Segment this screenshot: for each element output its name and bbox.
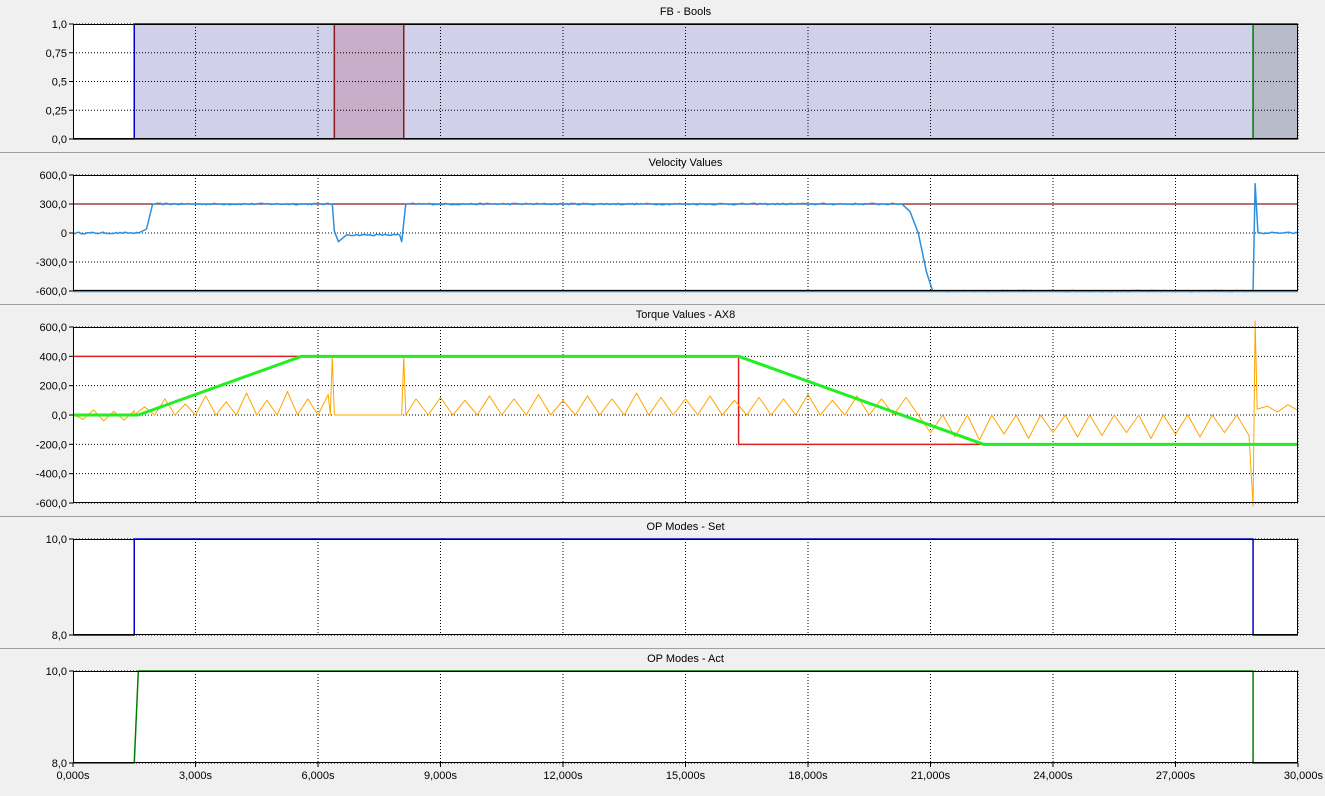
scope-chart: FB - Bools 0,0 0,25 0,5 0,75 1,0 Velocity Valu…: [0, 6, 1325, 782]
x-tick-label: 0,000s: [56, 770, 90, 782]
y-tick-label: 0,0: [52, 134, 67, 146]
y-tick-label: 0,75: [46, 48, 67, 60]
panel-3: OP Modes - Set 8,0 10,0: [0, 516, 1325, 642]
y-tick-label: 400,0: [39, 351, 67, 363]
y-tick-label: 10,0: [46, 666, 67, 678]
y-tick-label: -400,0: [36, 469, 67, 481]
y-tick-label: 10,0: [46, 534, 67, 546]
panel-title: OP Modes - Set: [646, 521, 724, 533]
x-tick-label: 27,000s: [1156, 770, 1196, 782]
y-tick-label: -600,0: [36, 286, 67, 298]
y-tick-label: 0,5: [52, 77, 67, 89]
panel-title: Torque Values - AX8: [636, 309, 735, 321]
x-tick-label: 3,000s: [179, 770, 213, 782]
y-tick-label: 600,0: [39, 170, 67, 182]
panel-title: OP Modes - Act: [647, 653, 724, 665]
y-tick-label: 1,0: [52, 19, 67, 31]
x-tick-label: 9,000s: [424, 770, 458, 782]
panel-title: Velocity Values: [649, 157, 723, 169]
y-tick-label: 0,0: [52, 410, 67, 422]
y-tick-label: 8,0: [52, 758, 67, 770]
y-tick-label: 200,0: [39, 381, 67, 393]
y-tick-label: 0: [61, 228, 67, 240]
x-tick-label: 15,000s: [666, 770, 706, 782]
y-tick-label: -600,0: [36, 498, 67, 510]
x-tick-label: 21,000s: [911, 770, 951, 782]
panel-2: Torque Values - AX8 -600,0 -400,0 -200,0 0,0…: [0, 304, 1325, 510]
y-tick-label: -300,0: [36, 257, 67, 269]
y-tick-label: 0,25: [46, 105, 67, 117]
panel-0: FB - Bools 0,0 0,25 0,5 0,75 1,0: [46, 6, 1299, 146]
y-tick-label: -200,0: [36, 439, 67, 451]
x-tick-label: 24,000s: [1033, 770, 1073, 782]
x-tick-label: 30,000s: [1284, 770, 1324, 782]
y-tick-label: 300,0: [39, 199, 67, 211]
x-tick-label: 12,000s: [543, 770, 583, 782]
panel-1: Velocity Values -600,0 -300,0 0 300,0 600,0: [0, 152, 1325, 298]
y-tick-label: 8,0: [52, 630, 67, 642]
x-tick-label: 6,000s: [301, 770, 335, 782]
panel-title: FB - Bools: [660, 6, 712, 18]
x-tick-label: 18,000s: [788, 770, 828, 782]
y-tick-label: 600,0: [39, 322, 67, 334]
panel-4: OP Modes - Act 8,0 10,0: [0, 648, 1325, 770]
